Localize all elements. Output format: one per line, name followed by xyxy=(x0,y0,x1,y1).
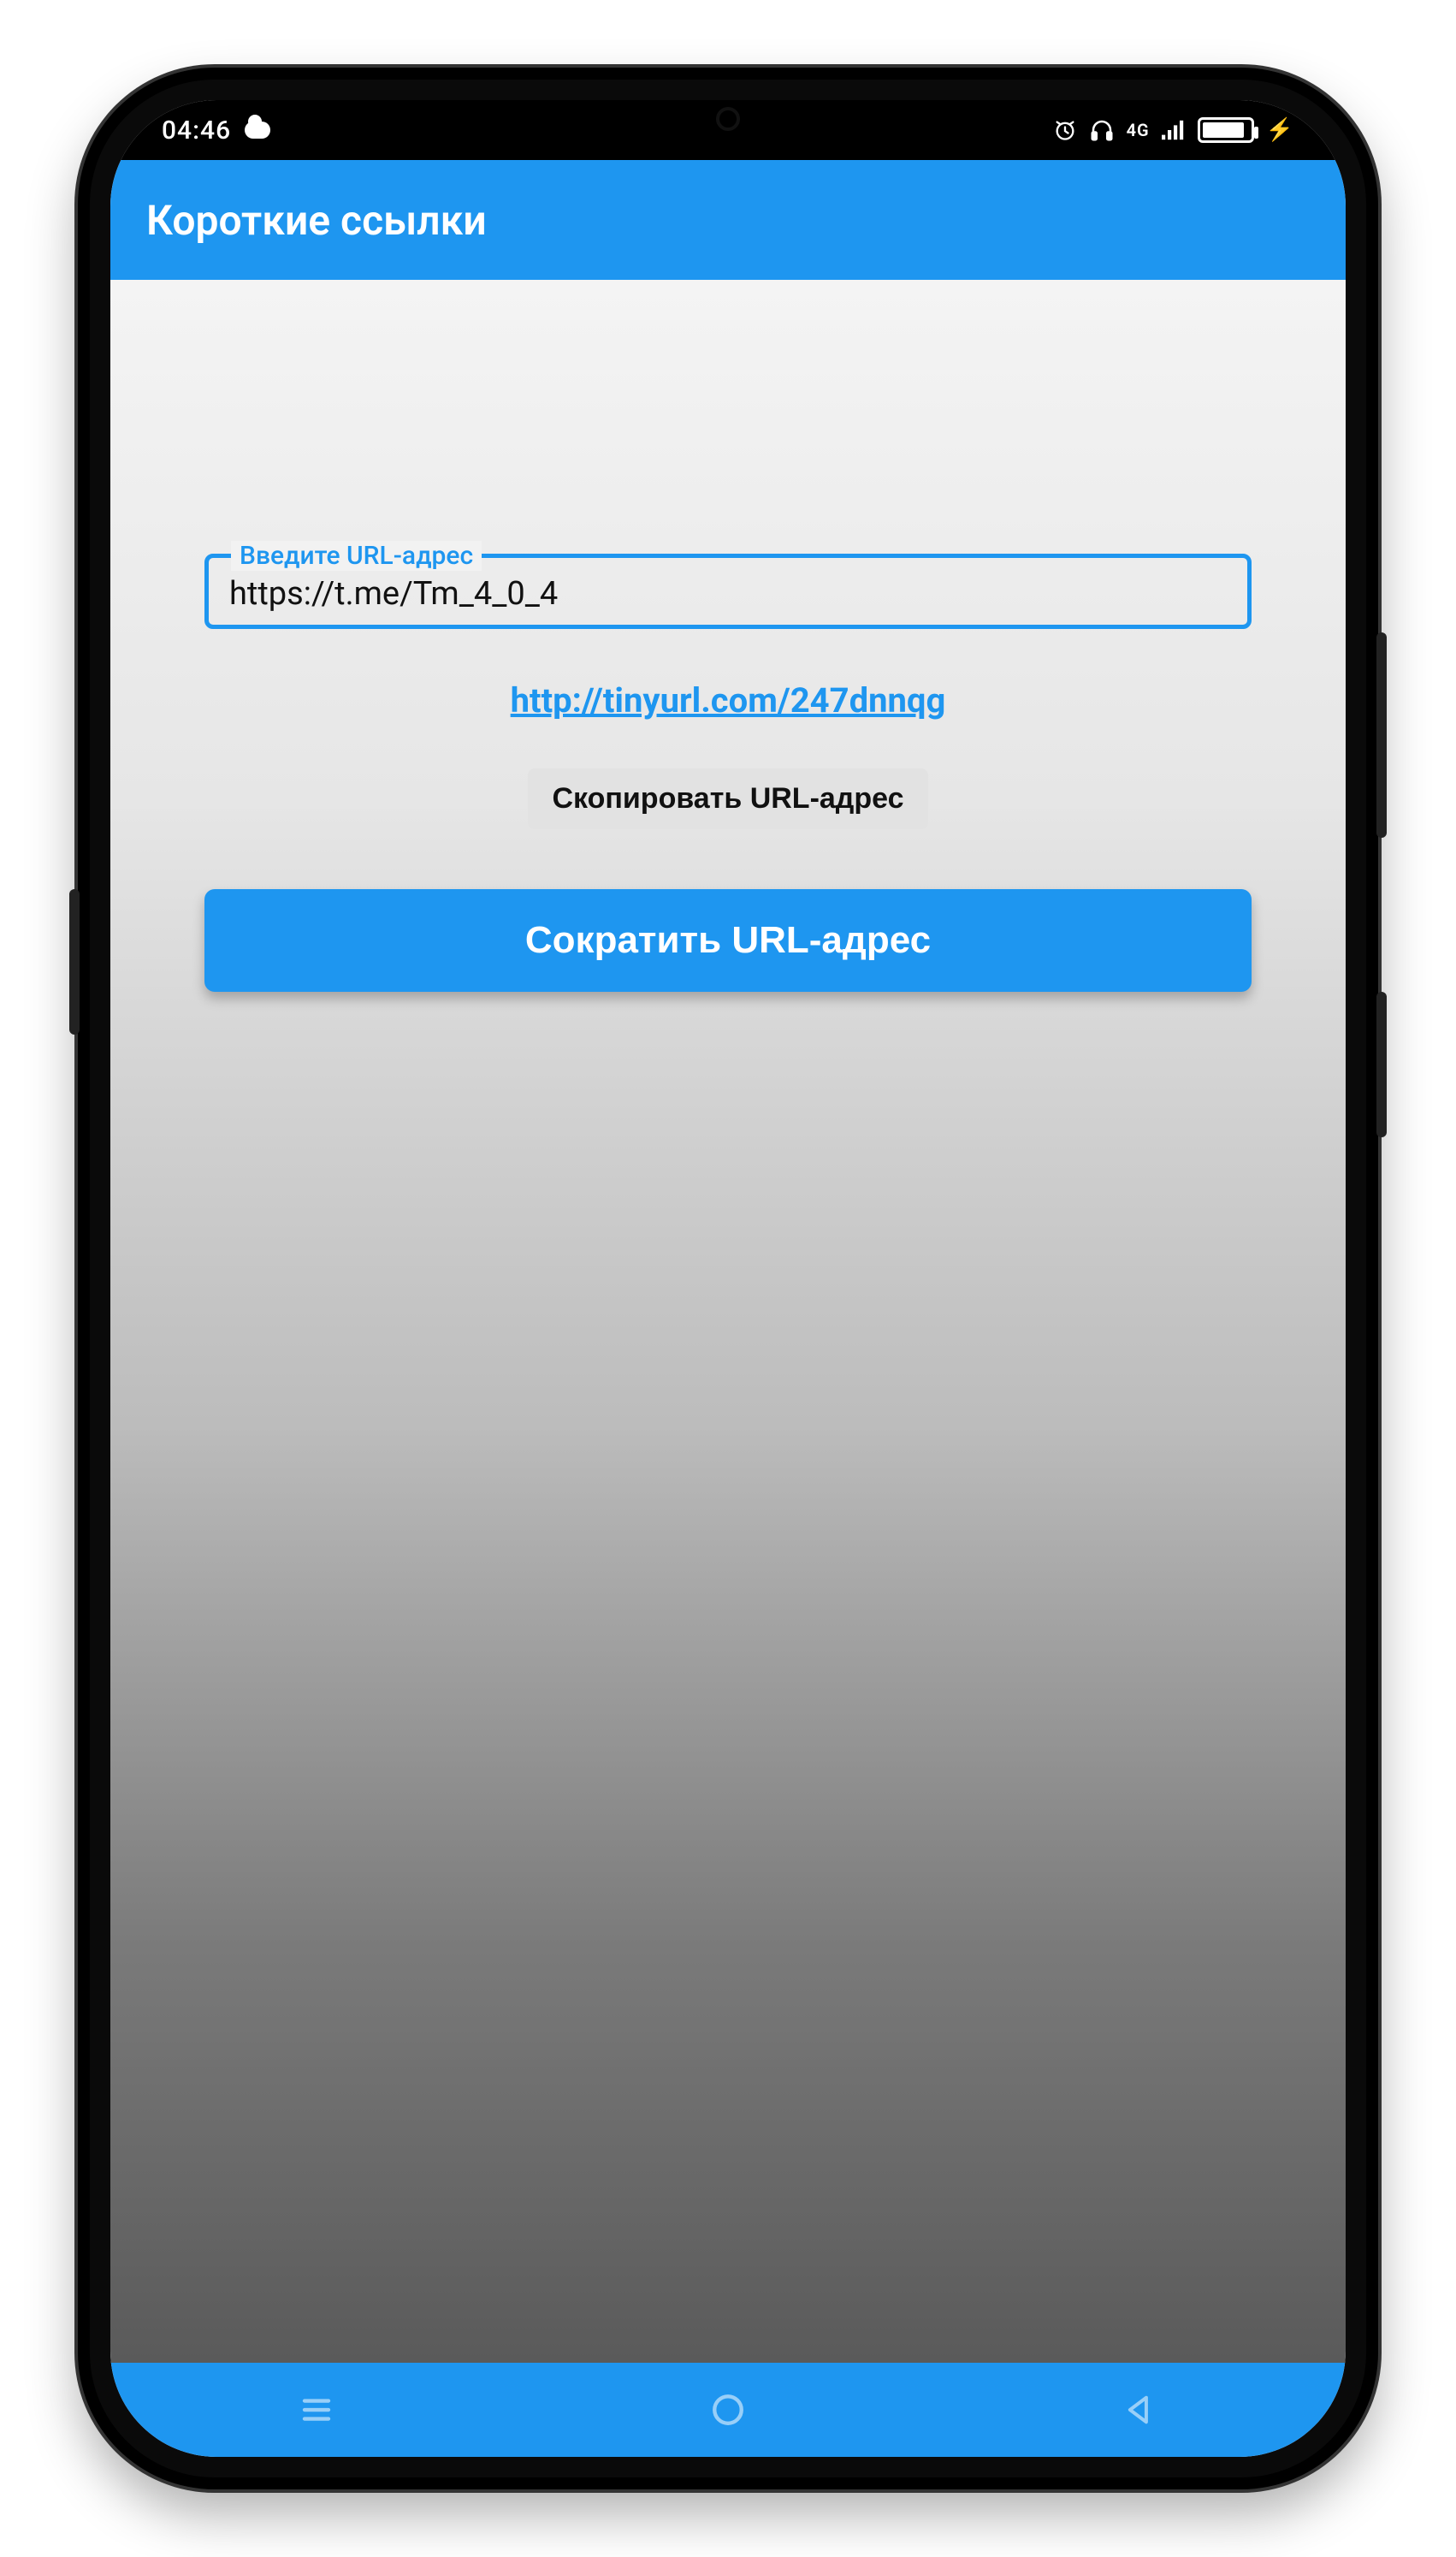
alarm-icon xyxy=(1053,118,1077,142)
status-time: 04:46 xyxy=(162,116,231,145)
volume-button xyxy=(1376,632,1387,838)
front-camera xyxy=(716,107,740,131)
shortened-url-link[interactable]: http://tinyurl.com/247dnnqg xyxy=(204,680,1252,721)
nav-recents-button[interactable] xyxy=(265,2384,368,2435)
nav-home-button[interactable] xyxy=(677,2384,779,2435)
url-input[interactable] xyxy=(229,575,1227,613)
app-body: Введите URL-адрес http://tinyurl.com/247… xyxy=(110,280,1346,2363)
phone-frame: 04:46 4G 90 xyxy=(78,68,1378,2489)
battery-icon: 90 xyxy=(1198,117,1254,143)
shorten-url-button[interactable]: Сократить URL-адрес xyxy=(204,889,1252,992)
app-header: Короткие ссылки xyxy=(110,160,1346,280)
charging-icon: ⚡ xyxy=(1266,117,1294,143)
system-nav-bar xyxy=(110,2363,1346,2457)
network-type: 4G xyxy=(1127,122,1150,139)
cloud-icon xyxy=(245,122,270,139)
app-title: Короткие ссылки xyxy=(146,196,487,245)
battery-level: 90 xyxy=(1200,122,1252,139)
signal-icon xyxy=(1162,120,1186,140)
headphones-icon xyxy=(1089,117,1115,143)
url-input-container: Введите URL-адрес xyxy=(204,554,1252,629)
copy-url-button[interactable]: Скопировать URL-адрес xyxy=(528,768,927,829)
url-input-label: Введите URL-адрес xyxy=(231,541,482,571)
side-button xyxy=(69,889,80,1035)
power-button xyxy=(1376,992,1387,1137)
nav-back-button[interactable] xyxy=(1088,2384,1191,2435)
screen: 04:46 4G 90 xyxy=(110,100,1346,2457)
